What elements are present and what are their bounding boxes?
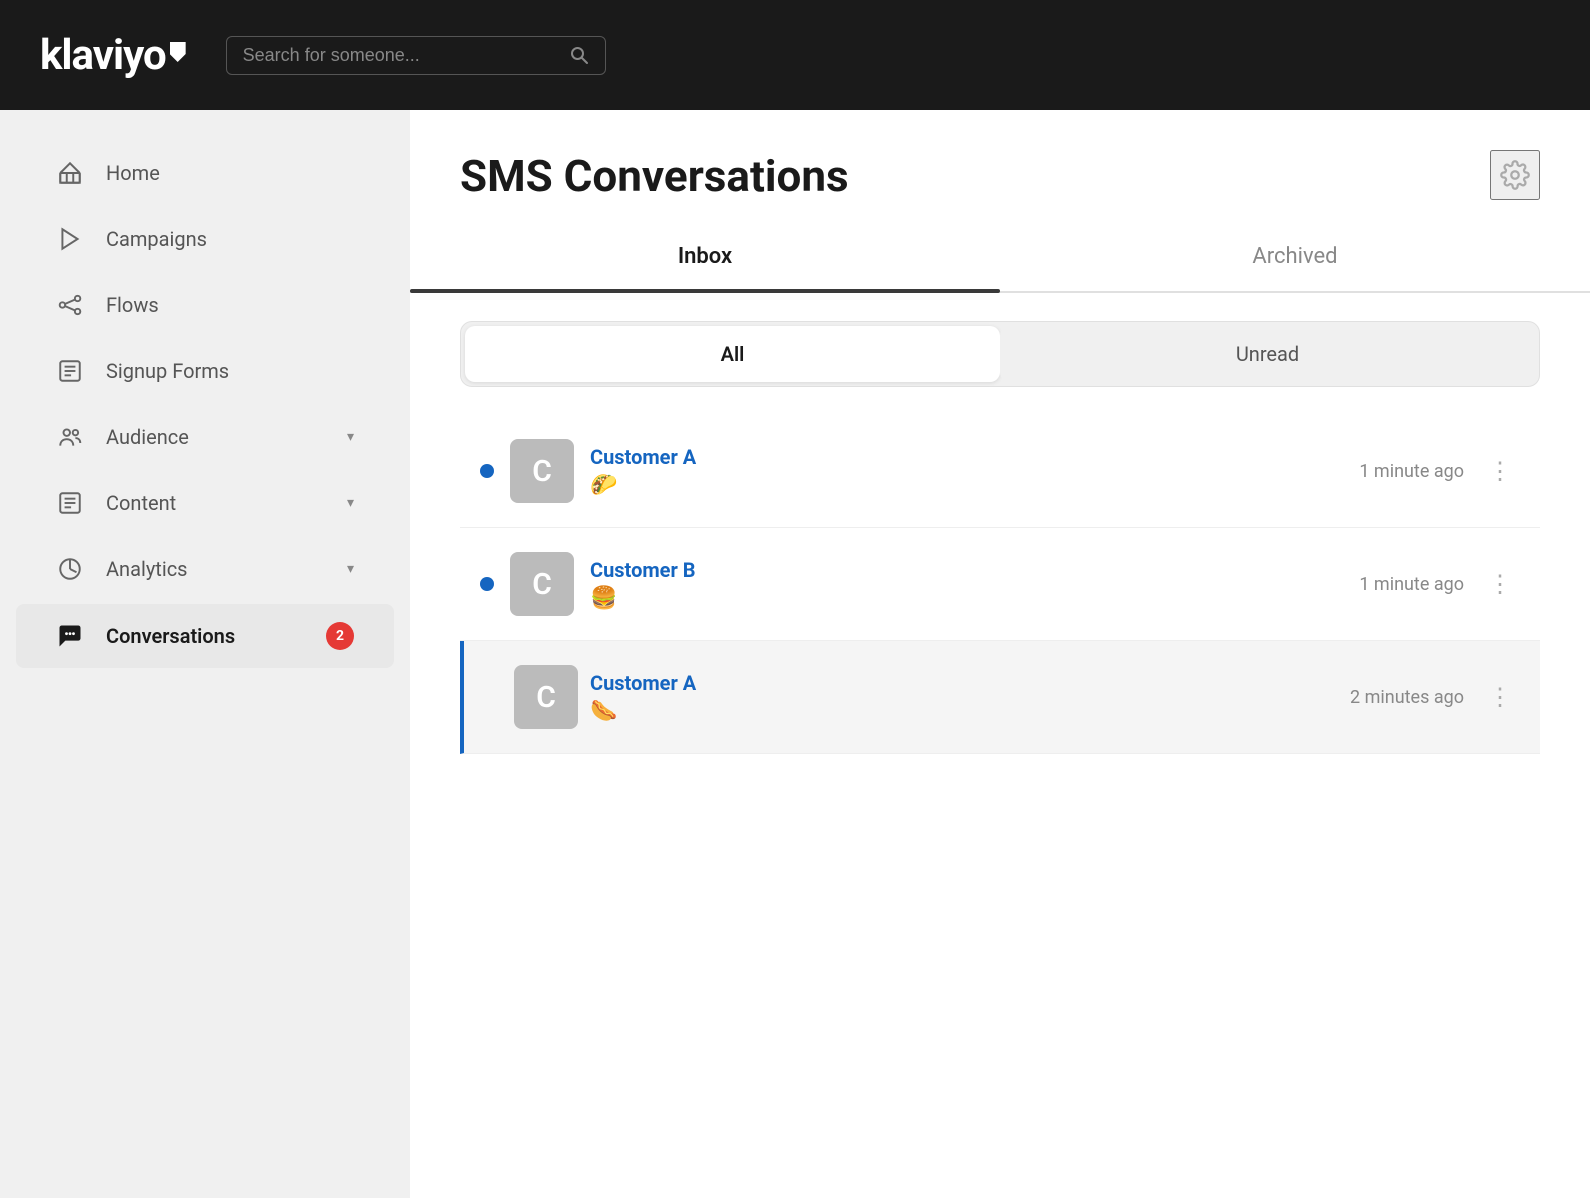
conversation-name: Customer A [590,671,1334,695]
sidebar-item-home[interactable]: Home [16,142,394,204]
sidebar-item-flows-label: Flows [106,293,354,317]
conversation-content: Customer A 🌮 [590,445,1343,498]
conversation-name: Customer B [590,558,1343,582]
conversations-icon [56,622,84,650]
sidebar-item-content-label: Content [106,491,325,515]
conversation-content: Customer A 🌭 [590,671,1334,724]
main-layout: Home Campaigns Flows [0,110,1590,1198]
sidebar-item-signup-forms-label: Signup Forms [106,359,354,383]
sidebar-item-campaigns-label: Campaigns [106,227,354,251]
flows-icon [56,292,84,318]
page-title: SMS Conversations [460,150,849,202]
sidebar-item-conversations-label: Conversations [106,624,304,648]
avatar: C [510,552,574,616]
tab-inbox[interactable]: Inbox [410,222,1000,291]
content-area: SMS Conversations Inbox Archived All Unr… [410,110,1590,1198]
conversations-badge: 2 [326,622,354,650]
more-options-button[interactable]: ⋮ [1480,457,1520,485]
sidebar-item-analytics[interactable]: Analytics ▾ [16,538,394,600]
conversation-time: 1 minute ago [1359,461,1464,482]
content-header: SMS Conversations [410,110,1590,202]
conversation-preview: 🌮 [590,473,1343,498]
sidebar: Home Campaigns Flows [0,110,410,1198]
sidebar-item-content[interactable]: Content ▾ [16,472,394,534]
sidebar-item-flows[interactable]: Flows [16,274,394,336]
logo: klaviyo [40,31,186,80]
unread-indicator [480,464,494,478]
conversation-list: C Customer A 🌮 1 minute ago ⋮ C Customer… [460,415,1540,1198]
more-options-button[interactable]: ⋮ [1480,683,1520,711]
conversation-preview: 🍔 [590,586,1343,611]
logo-flag [170,42,186,62]
content-inner: All Unread C Customer A 🌮 1 minute ago ⋮ [410,293,1590,1198]
more-options-button[interactable]: ⋮ [1480,570,1520,598]
sidebar-item-analytics-label: Analytics [106,557,325,581]
filter-row: All Unread [460,321,1540,387]
sidebar-item-audience-label: Audience [106,425,325,449]
filter-unread-button[interactable]: Unread [1000,326,1535,382]
search-input[interactable] [243,45,559,66]
audience-icon [56,424,84,450]
conversation-name: Customer A [590,445,1343,469]
home-icon [56,160,84,186]
topnav: klaviyo [0,0,1590,110]
conversation-content: Customer B 🍔 [590,558,1343,611]
content-chevron-icon: ▾ [347,495,354,511]
analytics-icon [56,556,84,582]
sidebar-item-conversations[interactable]: Conversations 2 [16,604,394,668]
forms-icon [56,358,84,384]
conversation-time: 2 minutes ago [1350,687,1464,708]
avatar: C [510,439,574,503]
analytics-chevron-icon: ▾ [347,561,354,577]
sidebar-item-home-label: Home [106,161,354,185]
filter-all-button[interactable]: All [465,326,1000,382]
audience-chevron-icon: ▾ [347,429,354,445]
sidebar-item-audience[interactable]: Audience ▾ [16,406,394,468]
conversation-time: 1 minute ago [1359,574,1464,595]
tab-archived[interactable]: Archived [1000,222,1590,291]
content-icon [56,490,84,516]
sidebar-item-signup-forms[interactable]: Signup Forms [16,340,394,402]
sidebar-item-campaigns[interactable]: Campaigns [16,208,394,270]
search-bar[interactable] [226,36,606,75]
conversation-item-2[interactable]: C Customer B 🍔 1 minute ago ⋮ [460,528,1540,641]
campaigns-icon [56,226,84,252]
conversation-item-3[interactable]: C Customer A 🌭 2 minutes ago ⋮ [460,641,1540,754]
conversation-item-1[interactable]: C Customer A 🌮 1 minute ago ⋮ [460,415,1540,528]
unread-indicator [480,577,494,591]
tabs: Inbox Archived [410,222,1590,293]
search-icon [569,45,589,65]
avatar: C [514,665,578,729]
settings-button[interactable] [1490,150,1540,200]
conversation-preview: 🌭 [590,699,1334,724]
